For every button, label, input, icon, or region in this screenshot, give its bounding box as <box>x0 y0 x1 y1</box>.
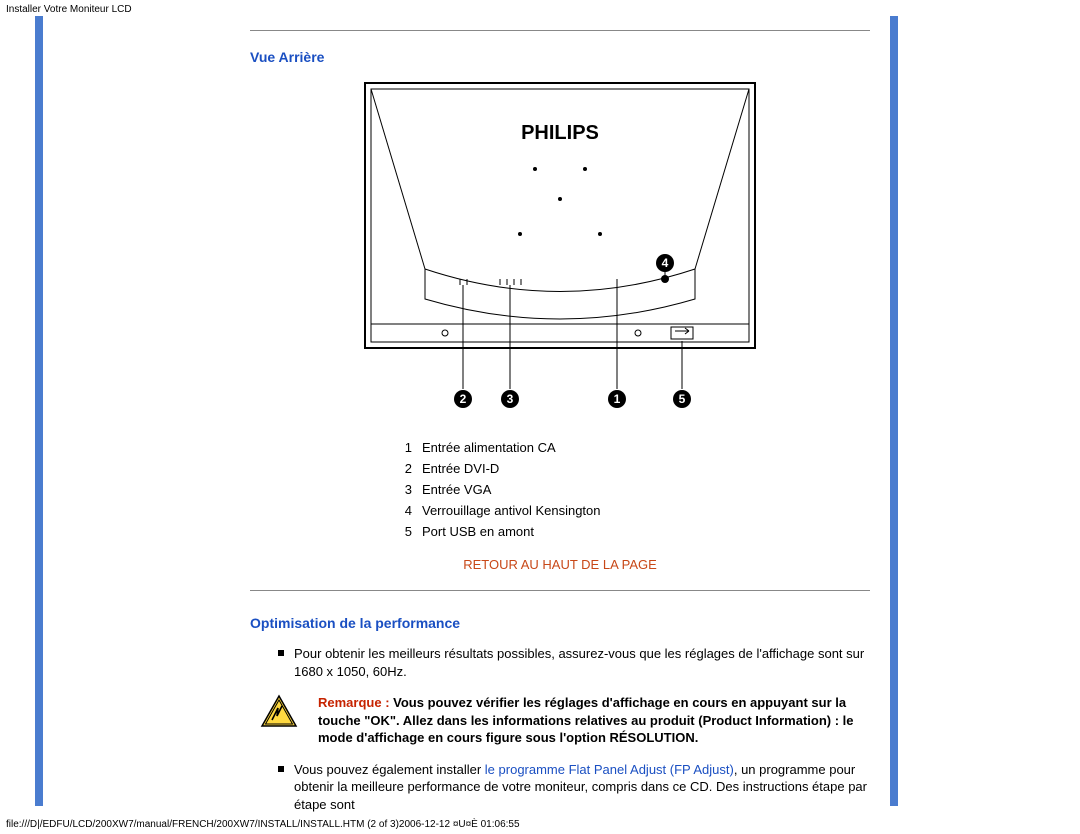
legend-num: 1 <box>400 440 412 455</box>
remark-block: Remarque : Vous pouvez vérifier les régl… <box>260 694 870 747</box>
list-item: Vous pouvez également installer le progr… <box>278 761 870 814</box>
remark-tail: . <box>695 730 699 745</box>
divider <box>250 30 870 31</box>
footer-path: file:///D|/EDFU/LCD/200XW7/manual/FRENCH… <box>6 819 520 830</box>
bullet2-pre: Vous pouvez également installer <box>294 762 485 777</box>
content-area: Vue Arrière PHILIPS <box>250 20 870 827</box>
legend-num: 5 <box>400 524 412 539</box>
legend-row: 4 Verrouillage antivol Kensington <box>400 503 720 518</box>
remark-lead: Remarque : <box>318 695 390 710</box>
legend-row: 5 Port USB en amont <box>400 524 720 539</box>
bullet-text: Vous pouvez également installer le progr… <box>294 761 870 814</box>
legend-list: 1 Entrée alimentation CA 2 Entrée DVI-D … <box>400 440 720 539</box>
legend-text: Entrée alimentation CA <box>422 440 556 455</box>
monitor-rear-svg: PHILIPS <box>355 79 765 419</box>
svg-text:1: 1 <box>614 392 621 406</box>
divider <box>250 590 870 591</box>
svg-text:5: 5 <box>679 392 686 406</box>
legend-text: Port USB en amont <box>422 524 534 539</box>
section-heading-vue-arriere: Vue Arrière <box>250 49 870 65</box>
legend-num: 2 <box>400 461 412 476</box>
back-to-top-link[interactable]: RETOUR AU HAUT DE LA PAGE <box>250 557 870 572</box>
warning-icon <box>260 694 298 747</box>
svg-text:4: 4 <box>662 256 669 270</box>
remark-body: Vous pouvez vérifier les réglages d'affi… <box>318 695 854 745</box>
legend-row: 2 Entrée DVI-D <box>400 461 720 476</box>
left-margin-bar <box>35 16 43 806</box>
bullet-text: Pour obtenir les meilleurs résultats pos… <box>294 645 870 680</box>
legend-num: 3 <box>400 482 412 497</box>
section-heading-optimisation: Optimisation de la performance <box>250 615 870 631</box>
svg-text:3: 3 <box>507 392 514 406</box>
header-path: Installer Votre Moniteur LCD <box>6 4 132 15</box>
legend-row: 3 Entrée VGA <box>400 482 720 497</box>
bullet-icon <box>278 650 284 656</box>
document-page: Installer Votre Moniteur LCD Vue Arrière… <box>0 0 1080 834</box>
rear-view-diagram: PHILIPS <box>355 79 765 422</box>
right-margin-bar <box>890 16 898 806</box>
brand-text: PHILIPS <box>521 122 599 144</box>
legend-text: Verrouillage antivol Kensington <box>422 503 601 518</box>
fp-adjust-link[interactable]: le programme Flat Panel Adjust (FP Adjus… <box>485 762 734 777</box>
legend-row: 1 Entrée alimentation CA <box>400 440 720 455</box>
remark-text: Remarque : Vous pouvez vérifier les régl… <box>318 694 870 747</box>
svg-text:2: 2 <box>460 392 467 406</box>
list-item: Pour obtenir les meilleurs résultats pos… <box>278 645 870 680</box>
legend-num: 4 <box>400 503 412 518</box>
legend-text: Entrée VGA <box>422 482 491 497</box>
legend-text: Entrée DVI-D <box>422 461 499 476</box>
bullet-icon <box>278 766 284 772</box>
